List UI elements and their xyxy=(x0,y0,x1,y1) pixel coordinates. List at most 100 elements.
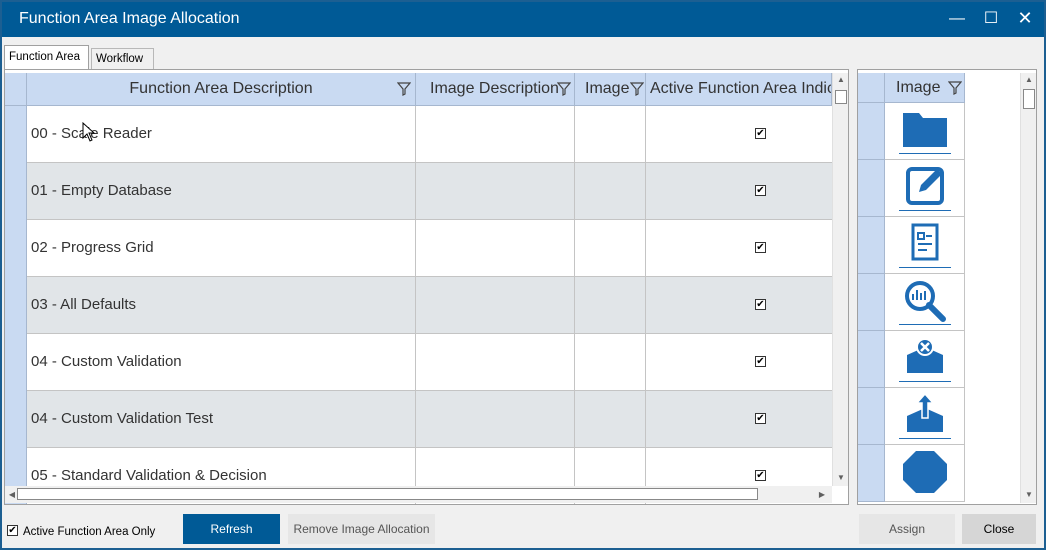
image-list-item[interactable] xyxy=(858,217,965,274)
scroll-thumb[interactable] xyxy=(835,90,847,104)
row-selector[interactable] xyxy=(858,274,885,331)
image-cell[interactable] xyxy=(885,103,965,160)
row-selector[interactable] xyxy=(858,103,885,160)
tab-function-area[interactable]: Function Area xyxy=(4,45,89,69)
vertical-scrollbar[interactable]: ▲ ▼ xyxy=(832,73,848,486)
table-row[interactable]: 04 - Custom Validation Test ✔ xyxy=(5,391,832,448)
active-cell[interactable]: ✔ xyxy=(646,391,832,448)
scroll-down-arrow-icon[interactable]: ▼ xyxy=(833,471,848,485)
filter-icon[interactable] xyxy=(397,82,411,96)
image-description-cell[interactable] xyxy=(416,277,575,334)
filter-icon[interactable] xyxy=(557,82,571,96)
image-cell[interactable] xyxy=(885,217,965,274)
image-cell[interactable] xyxy=(885,331,965,388)
column-header-image-description[interactable]: Image Description xyxy=(416,73,575,106)
image-cell[interactable] xyxy=(575,277,646,334)
active-only-label[interactable]: Active Function Area Only xyxy=(23,526,155,538)
row-selector[interactable] xyxy=(858,331,885,388)
column-header-active[interactable]: Active Function Area Indicator xyxy=(646,73,832,106)
minimize-button[interactable]: — xyxy=(940,2,974,37)
scroll-up-arrow-icon[interactable]: ▲ xyxy=(1021,73,1036,87)
refresh-button[interactable]: Refresh xyxy=(183,514,280,544)
image-list-item[interactable] xyxy=(858,445,965,502)
column-header-description-label: Function Area Description xyxy=(129,80,313,97)
image-description-cell[interactable] xyxy=(416,163,575,220)
active-cell[interactable]: ✔ xyxy=(646,163,832,220)
title-bar[interactable]: Function Area Image Allocation — ☐ ✕ xyxy=(2,2,1044,37)
active-checkbox[interactable]: ✔ xyxy=(755,470,766,481)
active-cell[interactable]: ✔ xyxy=(646,277,832,334)
row-selector[interactable] xyxy=(5,334,27,391)
filter-icon[interactable] xyxy=(948,81,962,95)
image-description-cell[interactable] xyxy=(416,391,575,448)
row-selector[interactable] xyxy=(5,391,27,448)
image-list-item[interactable] xyxy=(858,331,965,388)
scroll-thumb[interactable] xyxy=(1023,89,1035,109)
row-selector-header[interactable] xyxy=(5,73,27,106)
description-cell[interactable]: 01 - Empty Database xyxy=(27,163,416,220)
row-selector[interactable] xyxy=(5,220,27,277)
active-checkbox[interactable]: ✔ xyxy=(755,128,766,139)
image-column-header[interactable]: Image xyxy=(885,73,965,103)
table-row[interactable]: 00 - Scale Reader ✔ xyxy=(5,106,832,163)
scroll-down-arrow-icon[interactable]: ▼ xyxy=(1021,488,1036,502)
image-cell[interactable] xyxy=(885,388,965,445)
column-header-image[interactable]: Image xyxy=(575,73,646,106)
active-only-checkbox[interactable]: ✔ xyxy=(7,525,18,536)
image-list-item[interactable] xyxy=(858,160,965,217)
description-cell[interactable]: 04 - Custom Validation Test xyxy=(27,391,416,448)
edit-form-icon xyxy=(906,167,944,205)
active-cell[interactable]: ✔ xyxy=(646,334,832,391)
scroll-right-arrow-icon[interactable]: ▶ xyxy=(815,486,829,503)
assign-button[interactable]: Assign xyxy=(859,514,955,544)
row-selector[interactable] xyxy=(5,106,27,163)
row-selector[interactable] xyxy=(858,217,885,274)
image-list-item[interactable] xyxy=(858,103,965,160)
close-window-button[interactable]: ✕ xyxy=(1008,2,1042,37)
image-cell[interactable] xyxy=(885,445,965,502)
image-description-cell[interactable] xyxy=(416,220,575,277)
scroll-thumb[interactable] xyxy=(17,488,758,500)
remove-image-allocation-button[interactable]: Remove Image Allocation xyxy=(288,514,435,544)
filter-icon[interactable] xyxy=(630,82,644,96)
table-row[interactable]: 01 - Empty Database ✔ xyxy=(5,163,832,220)
active-checkbox[interactable]: ✔ xyxy=(755,185,766,196)
image-cell[interactable] xyxy=(575,163,646,220)
image-cell[interactable] xyxy=(575,220,646,277)
image-cell[interactable] xyxy=(575,334,646,391)
active-checkbox[interactable]: ✔ xyxy=(755,299,766,310)
description-cell[interactable]: 03 - All Defaults xyxy=(27,277,416,334)
close-button[interactable]: Close xyxy=(962,514,1036,544)
active-checkbox[interactable]: ✔ xyxy=(755,413,766,424)
image-list-item[interactable] xyxy=(858,388,965,445)
description-cell[interactable]: 04 - Custom Validation xyxy=(27,334,416,391)
underline xyxy=(899,210,951,211)
table-row[interactable]: 03 - All Defaults ✔ xyxy=(5,277,832,334)
image-description-cell[interactable] xyxy=(416,334,575,391)
image-cell[interactable] xyxy=(575,106,646,163)
image-cell[interactable] xyxy=(885,274,965,331)
table-row[interactable]: 04 - Custom Validation ✔ xyxy=(5,334,832,391)
horizontal-scrollbar[interactable]: ◀ ▶ xyxy=(5,486,832,503)
active-checkbox[interactable]: ✔ xyxy=(755,356,766,367)
active-cell[interactable]: ✔ xyxy=(646,220,832,277)
image-cell[interactable] xyxy=(885,160,965,217)
row-selector[interactable] xyxy=(858,160,885,217)
row-selector[interactable] xyxy=(858,388,885,445)
row-selector[interactable] xyxy=(5,163,27,220)
row-selector[interactable] xyxy=(5,277,27,334)
column-header-description[interactable]: Function Area Description xyxy=(27,73,416,106)
image-list-vertical-scrollbar[interactable]: ▲ ▼ xyxy=(1020,73,1036,503)
active-cell[interactable]: ✔ xyxy=(646,106,832,163)
maximize-button[interactable]: ☐ xyxy=(974,2,1008,37)
image-description-cell[interactable] xyxy=(416,106,575,163)
tab-workflow[interactable]: Workflow xyxy=(91,48,154,69)
row-selector-header[interactable] xyxy=(858,73,885,103)
active-checkbox[interactable]: ✔ xyxy=(755,242,766,253)
scroll-up-arrow-icon[interactable]: ▲ xyxy=(833,73,848,87)
description-cell[interactable]: 02 - Progress Grid xyxy=(27,220,416,277)
table-row[interactable]: 02 - Progress Grid ✔ xyxy=(5,220,832,277)
row-selector[interactable] xyxy=(858,445,885,502)
image-list-item[interactable] xyxy=(858,274,965,331)
image-cell[interactable] xyxy=(575,391,646,448)
